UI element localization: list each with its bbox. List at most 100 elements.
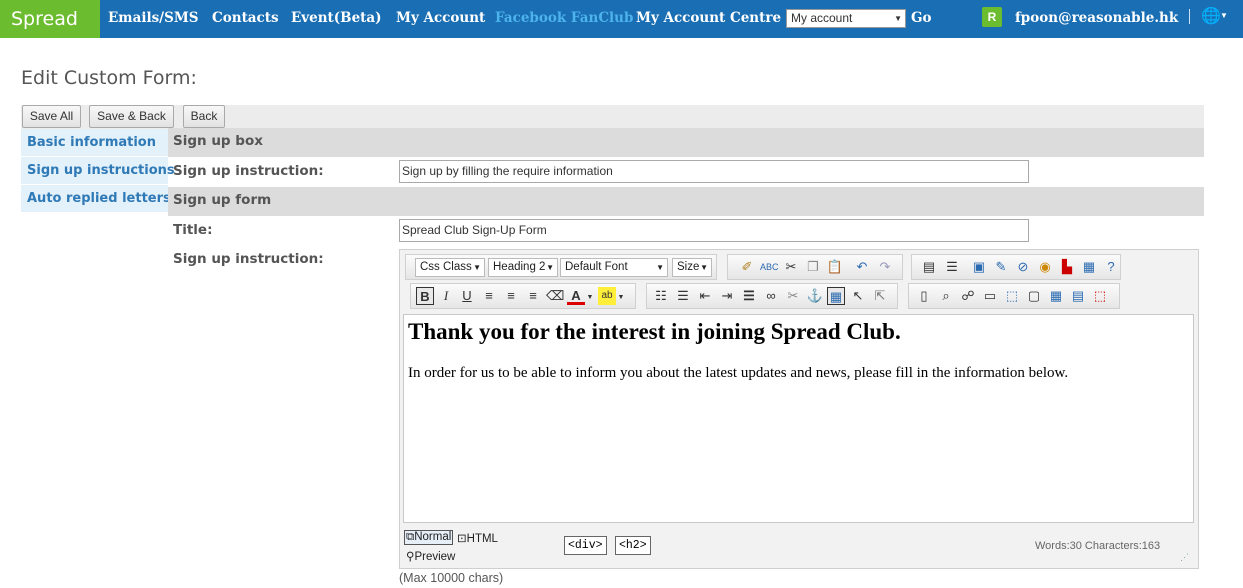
copy-icon[interactable]: ❐	[804, 258, 822, 276]
css-class-value: Css Class	[420, 261, 472, 273]
tab-auto-replied-letters[interactable]: Auto replied letters	[21, 185, 171, 213]
table-properties-icon[interactable]: ▤	[1069, 287, 1087, 305]
css-class-dropdown[interactable]: Css Class ▼	[415, 258, 485, 277]
table-icon[interactable]: ▦	[827, 287, 845, 305]
signup-instruction-label: Sign up instruction:	[173, 163, 324, 179]
page-title: Edit Custom Form:	[21, 67, 197, 89]
section-header-signup-box: Sign up box	[168, 128, 1204, 157]
bold-icon[interactable]: B	[416, 287, 434, 305]
cut-icon[interactable]: ✂	[782, 258, 800, 276]
outdent-icon[interactable]: ⇤	[696, 287, 714, 305]
paste-text-icon[interactable]: ☰	[943, 258, 961, 276]
divider	[1189, 9, 1190, 24]
anchor-icon[interactable]: ⚓	[806, 287, 824, 305]
mode-normal-tab[interactable]: ⧉Normal	[404, 530, 454, 545]
signup-instruction-input[interactable]: Sign up by filling the require informati…	[399, 160, 1029, 183]
align-left-icon[interactable]: ≡	[480, 287, 498, 305]
link-icon[interactable]: ∞	[762, 287, 780, 305]
mode-preview-tab[interactable]: ⚲Preview	[406, 549, 455, 563]
font-dropdown[interactable]: Default Font ▼	[560, 258, 668, 277]
chevron-down-icon[interactable]: ▼	[1220, 11, 1228, 20]
insert-table-icon[interactable]: ▦	[1047, 287, 1065, 305]
chevron-down-icon: ▼	[894, 14, 902, 23]
flash-icon[interactable]: ⊘	[1014, 258, 1032, 276]
nav-emails-sms[interactable]: Emails/SMS	[108, 0, 199, 38]
save-back-button[interactable]: Save & Back	[89, 105, 174, 128]
tab-sign-up-instructions[interactable]: Sign up instructions	[21, 157, 175, 185]
indent-icon[interactable]: ⇥	[718, 287, 736, 305]
find-replace-icon[interactable]: ☍	[959, 287, 977, 305]
chevron-down-icon: ▼	[473, 263, 481, 272]
mode-html-tab[interactable]: ⊡HTML	[457, 531, 498, 545]
size-value: Size	[677, 261, 700, 273]
ordered-list-icon[interactable]: ☷	[652, 287, 670, 305]
media-icon[interactable]: ◉	[1036, 258, 1054, 276]
form-field-icon[interactable]: ▭	[981, 287, 999, 305]
section-header-signup-form: Sign up form	[168, 187, 1204, 216]
toggle-borders-icon[interactable]: ⬚	[1091, 287, 1109, 305]
account-centre-label: My Account Centre :	[636, 10, 791, 26]
word-count: Words:30 Characters:163	[1035, 540, 1161, 552]
chevron-down-icon: ▼	[546, 263, 554, 272]
underline-icon[interactable]: U	[458, 287, 476, 305]
user-email[interactable]: fpoon@reasonable.hk	[1015, 0, 1178, 38]
nav-facebook-fanclub[interactable]: Facebook FanClub	[495, 0, 633, 38]
heading-value: Heading 2	[493, 261, 546, 273]
resize-grip-icon[interactable]: ⋰	[1180, 552, 1189, 563]
tag-selector-div[interactable]: <div>	[564, 536, 607, 555]
title-input[interactable]: Spread Club Sign-Up Form	[399, 219, 1029, 242]
save-all-button[interactable]: Save All	[22, 105, 81, 128]
content-paragraph: In order for us to be able to inform you…	[408, 365, 1069, 381]
find-icon[interactable]: ⌕	[937, 287, 955, 305]
normal-mode-icon: ⧉	[406, 531, 415, 543]
highlight-color-icon[interactable]: ab	[598, 287, 616, 305]
layer-icon[interactable]: ⬚	[1003, 287, 1021, 305]
max-chars-note: (Max 10000 chars)	[399, 571, 504, 585]
chevron-down-icon[interactable]: ▼	[585, 289, 595, 307]
signup-instruction-editor-label: Sign up instruction:	[173, 251, 324, 267]
font-color-icon[interactable]: A	[567, 287, 585, 305]
nav-event-beta[interactable]: Event(Beta)	[291, 0, 382, 38]
go-button[interactable]: Go	[911, 0, 932, 38]
image-editor-icon[interactable]: ✎	[992, 258, 1010, 276]
chevron-down-icon: ▼	[656, 263, 664, 272]
top-navigation-bar: Spread Emails/SMS Contacts Event(Beta) M…	[0, 0, 1243, 38]
mode-html-label: HTML	[466, 533, 498, 545]
avatar[interactable]: R	[982, 7, 1002, 27]
align-right-icon[interactable]: ≡	[524, 287, 542, 305]
clean-format-icon[interactable]: ✐	[738, 258, 756, 276]
tab-basic-information[interactable]: Basic information	[21, 129, 168, 157]
spell-check-icon[interactable]: ABC	[760, 258, 779, 276]
globe-icon[interactable]: 🌐	[1201, 6, 1221, 26]
horizontal-rule-icon[interactable]: ☰	[740, 287, 758, 305]
box-icon[interactable]: ▢	[1025, 287, 1043, 305]
size-dropdown[interactable]: Size ▼	[672, 258, 712, 277]
chevron-down-icon[interactable]: ▼	[616, 289, 626, 307]
back-button[interactable]: Back	[183, 105, 225, 128]
unordered-list-icon[interactable]: ☰	[674, 287, 692, 305]
redo-icon[interactable]: ↷	[876, 258, 894, 276]
pdf-icon[interactable]: ▙	[1058, 258, 1076, 276]
help-icon[interactable]: ?	[1102, 258, 1120, 276]
new-page-icon[interactable]: ▯	[915, 287, 933, 305]
undo-icon[interactable]: ↶	[853, 258, 871, 276]
template-icon[interactable]: ▦	[1080, 258, 1098, 276]
select-pointer-icon[interactable]: ↖	[849, 287, 867, 305]
unlink-icon[interactable]: ✂	[784, 287, 802, 305]
account-select-value: My account	[791, 11, 853, 25]
italic-icon[interactable]: I	[437, 287, 455, 305]
spread-logo[interactable]: Spread	[0, 0, 100, 38]
heading-dropdown[interactable]: Heading 2 ▼	[488, 258, 558, 277]
align-center-icon[interactable]: ≡	[502, 287, 520, 305]
tag-selector-h2[interactable]: <h2>	[615, 536, 651, 555]
paste-word-icon[interactable]: ▤	[920, 258, 938, 276]
nav-my-account[interactable]: My Account	[396, 0, 485, 38]
insert-image-icon[interactable]: ▣	[970, 258, 988, 276]
absolute-position-icon[interactable]: ⇱	[871, 287, 889, 305]
nav-contacts[interactable]: Contacts	[212, 0, 279, 38]
paste-icon[interactable]: 📋	[826, 258, 844, 276]
eraser-icon[interactable]: ⌫	[546, 287, 564, 305]
editor-content-area[interactable]: Thank you for the interest in joining Sp…	[403, 314, 1194, 523]
account-select[interactable]: My account ▼	[786, 9, 906, 28]
mode-normal-label: Normal	[414, 531, 452, 543]
